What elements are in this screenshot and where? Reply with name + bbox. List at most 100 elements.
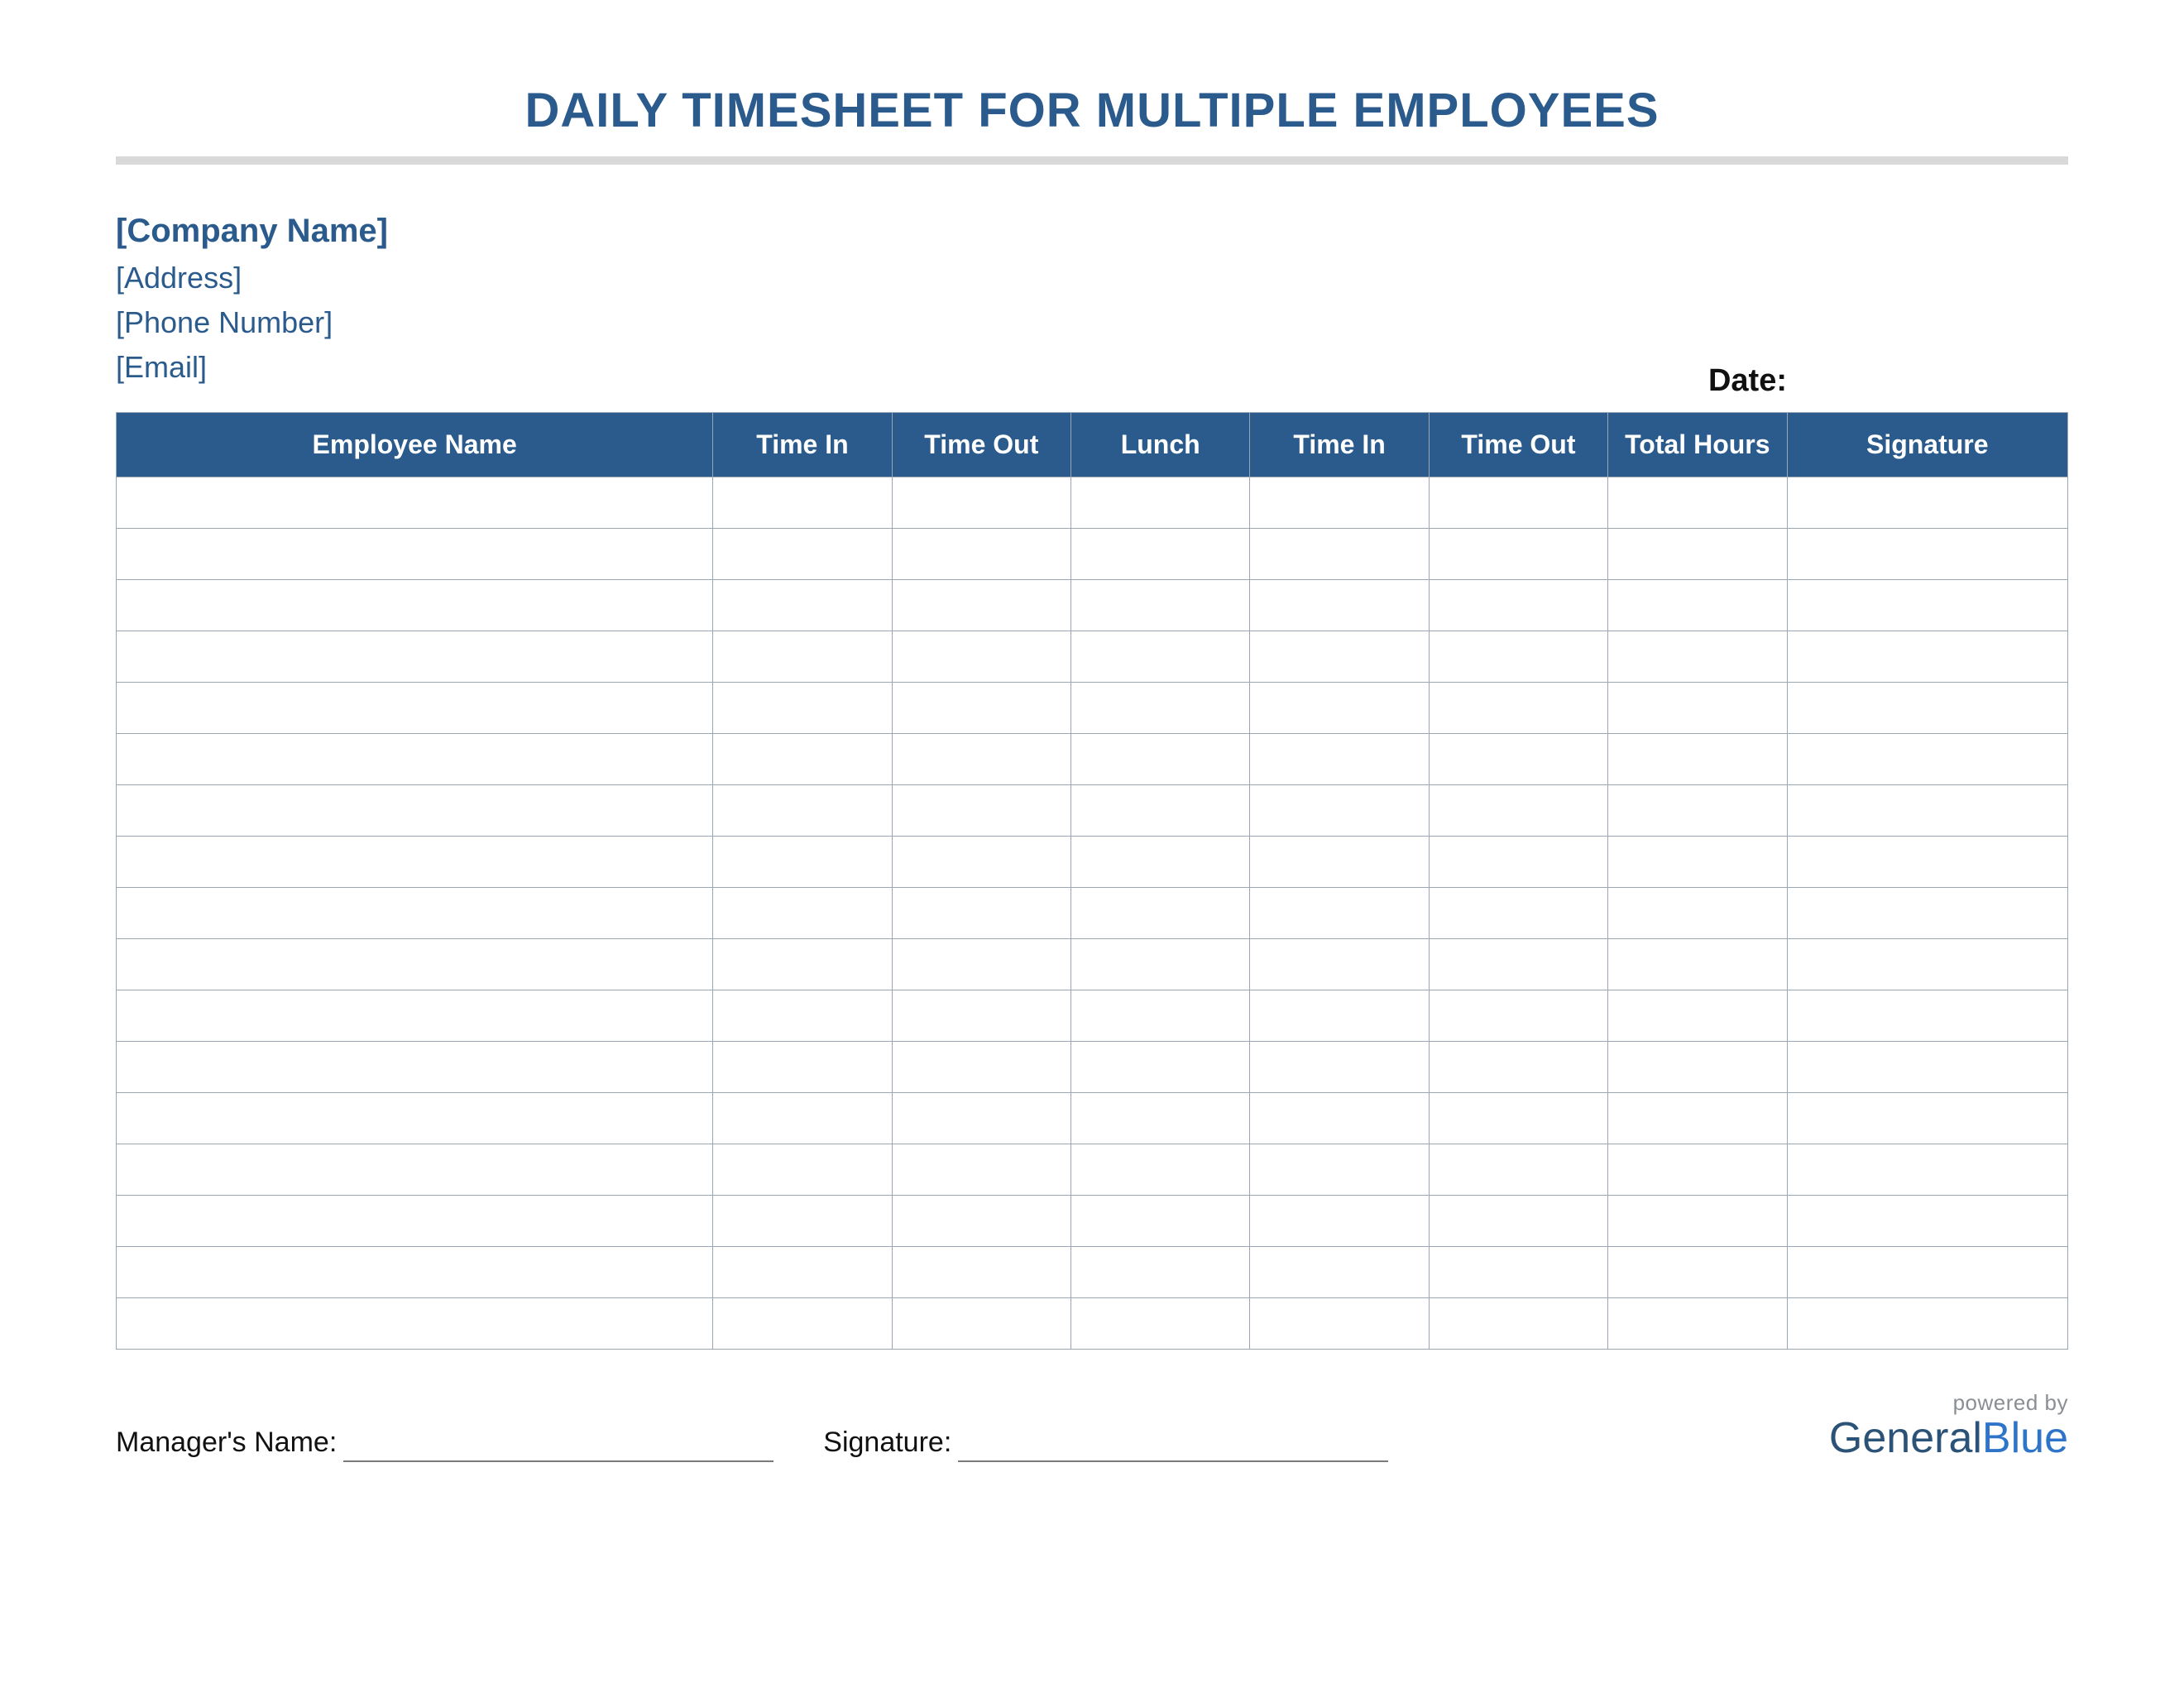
- table-cell[interactable]: [713, 1144, 892, 1196]
- table-cell[interactable]: [1250, 939, 1429, 990]
- table-cell[interactable]: [1429, 683, 1607, 734]
- table-cell[interactable]: [1608, 1093, 1787, 1144]
- table-cell[interactable]: [1071, 734, 1250, 785]
- table-cell[interactable]: [713, 734, 892, 785]
- table-cell[interactable]: [117, 785, 713, 837]
- table-cell[interactable]: [1608, 1042, 1787, 1093]
- table-cell[interactable]: [1429, 1298, 1607, 1350]
- table-cell[interactable]: [1608, 1247, 1787, 1298]
- table-cell[interactable]: [892, 529, 1070, 580]
- table-cell[interactable]: [1071, 990, 1250, 1042]
- table-cell[interactable]: [1071, 1144, 1250, 1196]
- table-cell[interactable]: [1787, 1042, 2067, 1093]
- table-cell[interactable]: [892, 888, 1070, 939]
- table-cell[interactable]: [1608, 1298, 1787, 1350]
- table-cell[interactable]: [117, 631, 713, 683]
- table-cell[interactable]: [1071, 580, 1250, 631]
- table-cell[interactable]: [1787, 1298, 2067, 1350]
- table-cell[interactable]: [1250, 529, 1429, 580]
- table-cell[interactable]: [1429, 631, 1607, 683]
- table-cell[interactable]: [892, 1298, 1070, 1350]
- table-cell[interactable]: [1071, 1093, 1250, 1144]
- table-cell[interactable]: [1608, 477, 1787, 529]
- table-cell[interactable]: [1071, 837, 1250, 888]
- table-cell[interactable]: [892, 785, 1070, 837]
- table-cell[interactable]: [1071, 1196, 1250, 1247]
- table-cell[interactable]: [1071, 631, 1250, 683]
- table-cell[interactable]: [892, 734, 1070, 785]
- table-cell[interactable]: [1608, 631, 1787, 683]
- table-cell[interactable]: [1429, 837, 1607, 888]
- table-cell[interactable]: [713, 1093, 892, 1144]
- table-cell[interactable]: [1250, 888, 1429, 939]
- table-cell[interactable]: [1608, 939, 1787, 990]
- table-cell[interactable]: [1071, 683, 1250, 734]
- company-phone[interactable]: [Phone Number]: [116, 300, 2068, 345]
- table-cell[interactable]: [117, 888, 713, 939]
- table-cell[interactable]: [1250, 1247, 1429, 1298]
- table-cell[interactable]: [1429, 1042, 1607, 1093]
- table-cell[interactable]: [1787, 785, 2067, 837]
- table-cell[interactable]: [1787, 837, 2067, 888]
- table-cell[interactable]: [713, 785, 892, 837]
- table-cell[interactable]: [713, 837, 892, 888]
- table-cell[interactable]: [713, 683, 892, 734]
- table-cell[interactable]: [1429, 1247, 1607, 1298]
- table-cell[interactable]: [1071, 785, 1250, 837]
- table-cell[interactable]: [1608, 1196, 1787, 1247]
- table-cell[interactable]: [1250, 990, 1429, 1042]
- table-cell[interactable]: [892, 1144, 1070, 1196]
- table-cell[interactable]: [1250, 734, 1429, 785]
- table-cell[interactable]: [1787, 990, 2067, 1042]
- signature-line[interactable]: [958, 1460, 1388, 1462]
- table-cell[interactable]: [713, 888, 892, 939]
- table-cell[interactable]: [1608, 580, 1787, 631]
- table-cell[interactable]: [713, 939, 892, 990]
- table-cell[interactable]: [892, 1196, 1070, 1247]
- table-cell[interactable]: [1787, 529, 2067, 580]
- table-cell[interactable]: [713, 1196, 892, 1247]
- company-name[interactable]: [Company Name]: [116, 206, 2068, 256]
- table-cell[interactable]: [1787, 1093, 2067, 1144]
- table-cell[interactable]: [713, 580, 892, 631]
- table-cell[interactable]: [117, 1298, 713, 1350]
- table-cell[interactable]: [1608, 888, 1787, 939]
- company-address[interactable]: [Address]: [116, 256, 2068, 300]
- table-cell[interactable]: [1071, 939, 1250, 990]
- table-cell[interactable]: [117, 683, 713, 734]
- table-cell[interactable]: [1787, 580, 2067, 631]
- table-cell[interactable]: [117, 734, 713, 785]
- manager-name-field[interactable]: Manager's Name:: [116, 1427, 774, 1462]
- table-cell[interactable]: [892, 939, 1070, 990]
- table-cell[interactable]: [117, 939, 713, 990]
- table-cell[interactable]: [713, 477, 892, 529]
- table-cell[interactable]: [1429, 1144, 1607, 1196]
- table-cell[interactable]: [1250, 1144, 1429, 1196]
- manager-name-line[interactable]: [343, 1460, 774, 1462]
- table-cell[interactable]: [1787, 1247, 2067, 1298]
- table-cell[interactable]: [892, 1042, 1070, 1093]
- table-cell[interactable]: [892, 1093, 1070, 1144]
- table-cell[interactable]: [117, 1144, 713, 1196]
- table-cell[interactable]: [1608, 785, 1787, 837]
- table-cell[interactable]: [713, 1247, 892, 1298]
- table-cell[interactable]: [713, 990, 892, 1042]
- table-cell[interactable]: [1250, 477, 1429, 529]
- table-cell[interactable]: [117, 1247, 713, 1298]
- table-cell[interactable]: [1250, 631, 1429, 683]
- table-cell[interactable]: [1250, 1042, 1429, 1093]
- table-cell[interactable]: [1608, 529, 1787, 580]
- table-cell[interactable]: [892, 990, 1070, 1042]
- table-cell[interactable]: [1250, 1196, 1429, 1247]
- table-cell[interactable]: [1429, 580, 1607, 631]
- table-cell[interactable]: [1429, 734, 1607, 785]
- table-cell[interactable]: [1250, 785, 1429, 837]
- table-cell[interactable]: [1787, 631, 2067, 683]
- table-cell[interactable]: [1429, 477, 1607, 529]
- table-cell[interactable]: [117, 580, 713, 631]
- table-cell[interactable]: [1071, 529, 1250, 580]
- table-cell[interactable]: [1071, 1042, 1250, 1093]
- signature-field[interactable]: Signature:: [823, 1427, 1388, 1462]
- table-cell[interactable]: [117, 477, 713, 529]
- table-cell[interactable]: [117, 1196, 713, 1247]
